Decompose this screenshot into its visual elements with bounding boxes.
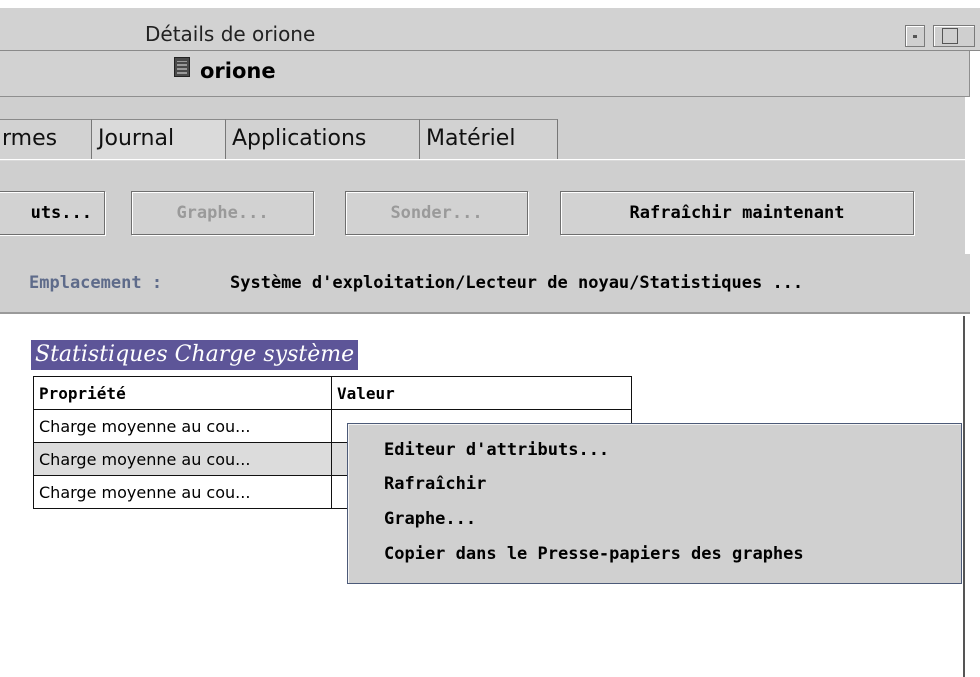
host-name: orione xyxy=(200,59,276,83)
location-label: Emplacement : xyxy=(29,273,163,293)
tab-alarms[interactable]: rmes xyxy=(0,119,92,159)
table-header-row: Propriété Valeur xyxy=(33,376,632,410)
column-header-value[interactable]: Valeur xyxy=(331,376,632,410)
menu-item-graph[interactable]: Graphe... xyxy=(384,509,476,529)
column-header-property[interactable]: Propriété xyxy=(33,376,332,410)
context-menu: Editeur d'attributs... Rafraîchir Graphe… xyxy=(347,423,962,584)
window-title: Détails de orione xyxy=(145,22,316,46)
tab-hardware[interactable]: Matériel xyxy=(420,119,558,159)
location-path: Système d'exploitation/Lecteur de noyau/… xyxy=(230,273,804,293)
property-cell[interactable]: Charge moyenne au cou... xyxy=(33,442,332,476)
property-cell[interactable]: Charge moyenne au cou... xyxy=(33,475,332,509)
location-bar: Emplacement : Système d'exploitation/Lec… xyxy=(0,254,970,314)
tab-divider xyxy=(0,159,965,161)
section-title: Statistiques Charge système xyxy=(31,340,359,370)
probe-button[interactable]: Sonder... xyxy=(345,191,528,235)
host-header: orione xyxy=(0,51,970,97)
refresh-now-button[interactable]: Rafraîchir maintenant xyxy=(560,191,914,235)
menu-item-attribute-editor[interactable]: Editeur d'attributs... xyxy=(384,440,609,460)
tab-bar: rmes Journal Applications Matériel xyxy=(0,97,965,171)
minimize-icon xyxy=(913,35,917,38)
property-cell[interactable]: Charge moyenne au cou... xyxy=(33,409,332,443)
tab-journal[interactable]: Journal xyxy=(92,119,226,159)
maximize-button[interactable] xyxy=(933,25,975,47)
tab-applications[interactable]: Applications xyxy=(226,119,420,159)
menu-item-copy-to-graph-clipboard[interactable]: Copier dans le Presse-papiers des graphe… xyxy=(384,544,804,564)
toolbar: uts... Graphe... Sonder... Rafraîchir ma… xyxy=(0,171,965,254)
attributes-button[interactable]: uts... xyxy=(0,191,105,235)
minimize-button[interactable] xyxy=(905,25,925,47)
host-icon xyxy=(174,57,190,77)
window-title-bar[interactable]: Détails de orione xyxy=(0,7,980,51)
menu-item-refresh[interactable]: Rafraîchir xyxy=(384,474,486,494)
graph-button[interactable]: Graphe... xyxy=(131,191,314,235)
maximize-icon xyxy=(942,28,958,44)
